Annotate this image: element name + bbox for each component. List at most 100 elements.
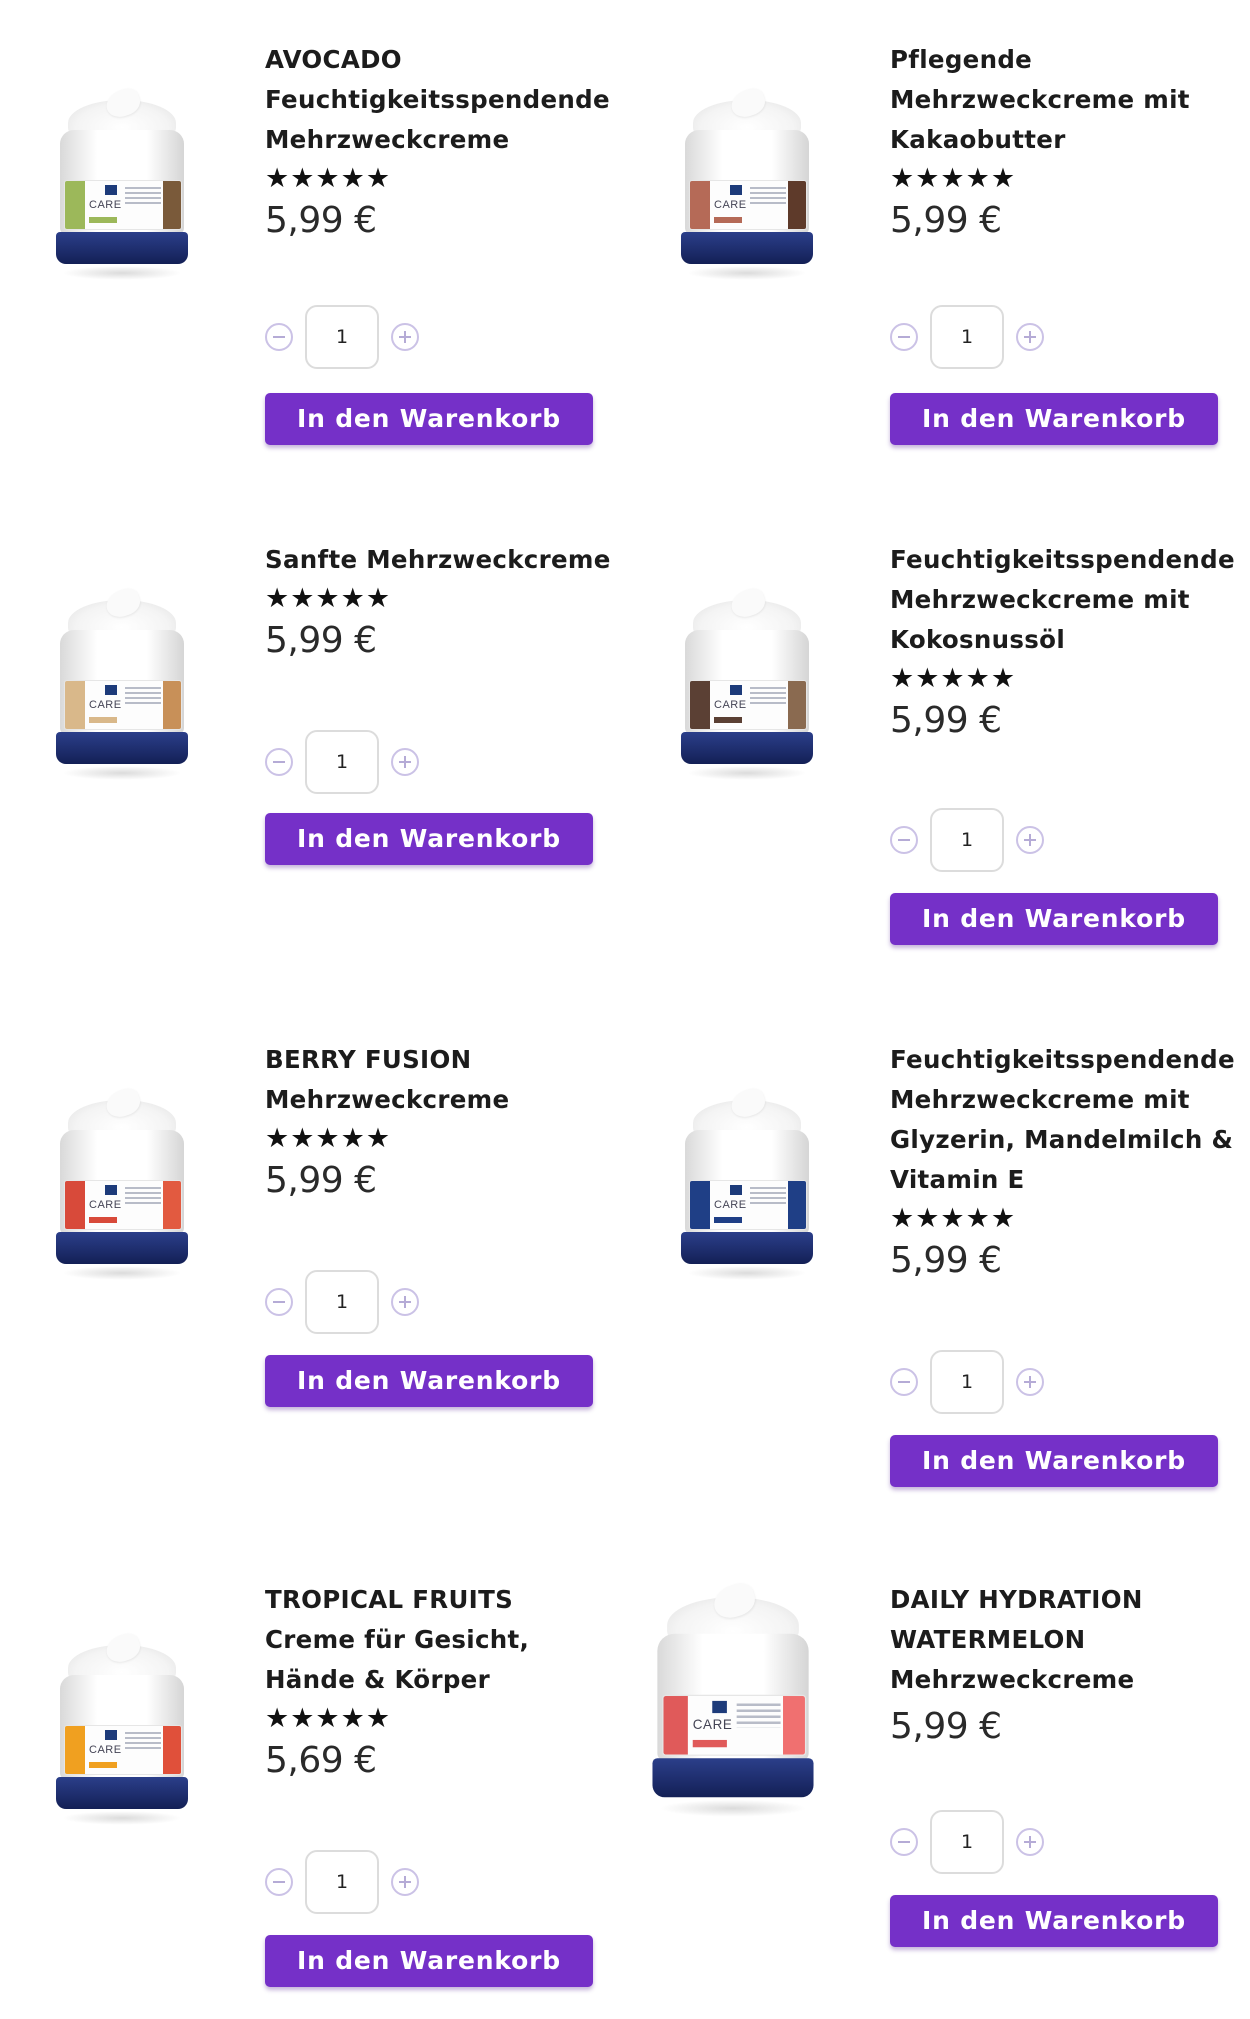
jar-lid bbox=[681, 1232, 813, 1264]
minus-icon[interactable] bbox=[265, 1868, 293, 1896]
product-title-line[interactable]: WATERMELON bbox=[890, 1620, 1250, 1660]
label-brand: CARE bbox=[89, 699, 122, 711]
product-title-line[interactable]: Feuchtigkeitsspendende bbox=[890, 540, 1250, 580]
product-title-line[interactable]: TROPICAL FRUITS bbox=[265, 1580, 625, 1620]
label-strip bbox=[714, 717, 742, 723]
product-title-line[interactable]: Pflegende bbox=[890, 40, 1250, 80]
product-image[interactable]: CARE bbox=[652, 1579, 814, 1817]
add-to-cart-button[interactable]: In den Warenkorb bbox=[265, 1935, 593, 1987]
label-text-lines bbox=[736, 1703, 781, 1728]
product-info: Pflegende Mehrzweckcreme mit Kakaobutter ★★… bbox=[890, 40, 1250, 244]
quantity-input[interactable]: 1 bbox=[930, 1350, 1004, 1414]
quantity-stepper: 1 bbox=[890, 305, 1044, 369]
product-title-line[interactable]: Feuchtigkeitsspendende bbox=[890, 1040, 1250, 1080]
minus-icon[interactable] bbox=[890, 1368, 918, 1396]
product-image[interactable]: CARE bbox=[52, 585, 192, 785]
rating-stars[interactable]: ★★★★★ bbox=[265, 1704, 625, 1734]
minus-icon[interactable] bbox=[890, 826, 918, 854]
product-title-line[interactable]: Vitamin E bbox=[890, 1160, 1250, 1200]
minus-icon[interactable] bbox=[890, 323, 918, 351]
product-image[interactable]: CARE bbox=[52, 85, 192, 285]
label-fruit-left bbox=[663, 1696, 688, 1755]
rating-stars[interactable]: ★★★★★ bbox=[890, 1204, 1250, 1234]
plus-icon[interactable] bbox=[391, 1288, 419, 1316]
product-image[interactable]: CARE bbox=[677, 85, 817, 285]
label-fruit-right bbox=[788, 181, 806, 229]
add-to-cart-button[interactable]: In den Warenkorb bbox=[265, 1355, 593, 1407]
rating-stars[interactable]: ★★★★★ bbox=[265, 164, 625, 194]
product-image[interactable]: CARE bbox=[677, 1085, 817, 1285]
label-text-lines bbox=[750, 1187, 786, 1207]
product-price: 5,99 € bbox=[890, 200, 1002, 241]
plus-icon[interactable] bbox=[391, 748, 419, 776]
product-title-line[interactable]: Mehrzweckcreme bbox=[890, 1660, 1250, 1700]
product-title[interactable]: TROPICAL FRUITS Creme für Gesicht, Hände &… bbox=[265, 1580, 625, 1700]
quantity-input[interactable]: 1 bbox=[930, 305, 1004, 369]
product-title-line[interactable]: Feuchtigkeitsspendende bbox=[265, 80, 625, 120]
product-title-line[interactable]: Kakaobutter bbox=[890, 120, 1250, 160]
add-to-cart-button[interactable]: In den Warenkorb bbox=[890, 1895, 1218, 1947]
product-title-line[interactable]: Mehrzweckcreme mit bbox=[890, 580, 1250, 620]
product-image[interactable]: CARE bbox=[52, 1630, 192, 1830]
quantity-input[interactable]: 1 bbox=[305, 305, 379, 369]
product-title-line[interactable]: Mehrzweckcreme mit bbox=[890, 1080, 1250, 1120]
product-title[interactable]: DAILY HYDRATION WATERMELON Mehrzweckcreme bbox=[890, 1580, 1250, 1700]
product-title-line[interactable]: Sanfte Mehrzweckcreme bbox=[265, 540, 625, 580]
plus-icon[interactable] bbox=[1016, 826, 1044, 854]
plus-icon[interactable] bbox=[391, 323, 419, 351]
product-info: TROPICAL FRUITS Creme für Gesicht, Hände &… bbox=[265, 1580, 625, 1784]
product-title[interactable]: Pflegende Mehrzweckcreme mit Kakaobutter bbox=[890, 40, 1250, 160]
quantity-stepper: 1 bbox=[890, 808, 1044, 872]
add-to-cart-button[interactable]: In den Warenkorb bbox=[890, 893, 1218, 945]
plus-icon[interactable] bbox=[1016, 1828, 1044, 1856]
add-to-cart-button[interactable]: In den Warenkorb bbox=[890, 393, 1218, 445]
quantity-input[interactable]: 1 bbox=[930, 1810, 1004, 1874]
jar-lid bbox=[56, 1232, 188, 1264]
product-title[interactable]: BERRY FUSION Mehrzweckcreme bbox=[265, 1040, 625, 1120]
product-title[interactable]: Sanfte Mehrzweckcreme bbox=[265, 540, 625, 580]
minus-icon[interactable] bbox=[890, 1828, 918, 1856]
product-title-line[interactable]: DAILY HYDRATION bbox=[890, 1580, 1250, 1620]
product-title-line[interactable]: Glyzerin, Mandelmilch & bbox=[890, 1120, 1250, 1160]
product-title-line[interactable]: Mehrzweckcreme bbox=[265, 1080, 625, 1120]
label-fruit-left bbox=[65, 1181, 85, 1229]
product-image[interactable]: CARE bbox=[677, 585, 817, 785]
quantity-input[interactable]: 1 bbox=[305, 730, 379, 794]
product-image[interactable]: CARE bbox=[52, 1085, 192, 1285]
label-brand: CARE bbox=[714, 699, 747, 711]
label-brand: CARE bbox=[692, 1717, 733, 1733]
plus-icon[interactable] bbox=[1016, 1368, 1044, 1396]
add-to-cart-button[interactable]: In den Warenkorb bbox=[265, 393, 593, 445]
product-title-line[interactable]: Kokosnussöl bbox=[890, 620, 1250, 660]
plus-icon[interactable] bbox=[1016, 323, 1044, 351]
product-title-line[interactable]: BERRY FUSION bbox=[265, 1040, 625, 1080]
quantity-input[interactable]: 1 bbox=[305, 1270, 379, 1334]
brand-logo-icon bbox=[105, 1730, 117, 1740]
product-title-line[interactable]: Mehrzweckcreme bbox=[265, 120, 625, 160]
product-title[interactable]: Feuchtigkeitsspendende Mehrzweckcreme mit… bbox=[890, 540, 1250, 660]
label-brand: CARE bbox=[89, 1199, 122, 1211]
minus-icon[interactable] bbox=[265, 1288, 293, 1316]
product-title-line[interactable]: AVOCADO bbox=[265, 40, 625, 80]
plus-icon[interactable] bbox=[391, 1868, 419, 1896]
rating-stars[interactable]: ★★★★★ bbox=[265, 584, 625, 614]
jar-shadow bbox=[687, 1266, 807, 1280]
quantity-input[interactable]: 1 bbox=[305, 1850, 379, 1914]
label-fruit-right bbox=[163, 181, 181, 229]
quantity-stepper: 1 bbox=[265, 1850, 419, 1914]
quantity-stepper: 1 bbox=[265, 305, 419, 369]
product-title[interactable]: Feuchtigkeitsspendende Mehrzweckcreme mit… bbox=[890, 1040, 1250, 1200]
add-to-cart-button[interactable]: In den Warenkorb bbox=[890, 1435, 1218, 1487]
product-title-line[interactable]: Hände & Körper bbox=[265, 1660, 625, 1700]
minus-icon[interactable] bbox=[265, 323, 293, 351]
product-title[interactable]: AVOCADO Feuchtigkeitsspendende Mehrzweckcr… bbox=[265, 40, 625, 160]
rating-stars[interactable]: ★★★★★ bbox=[890, 664, 1250, 694]
product-title-line[interactable]: Creme für Gesicht, bbox=[265, 1620, 625, 1660]
minus-icon[interactable] bbox=[265, 748, 293, 776]
add-to-cart-button[interactable]: In den Warenkorb bbox=[265, 813, 593, 865]
rating-stars[interactable]: ★★★★★ bbox=[890, 164, 1250, 194]
product-title-line[interactable]: Mehrzweckcreme mit bbox=[890, 80, 1250, 120]
quantity-input[interactable]: 1 bbox=[930, 808, 1004, 872]
almond-milk-cream-jar: CARE bbox=[677, 1085, 817, 1285]
rating-stars[interactable]: ★★★★★ bbox=[265, 1124, 625, 1154]
